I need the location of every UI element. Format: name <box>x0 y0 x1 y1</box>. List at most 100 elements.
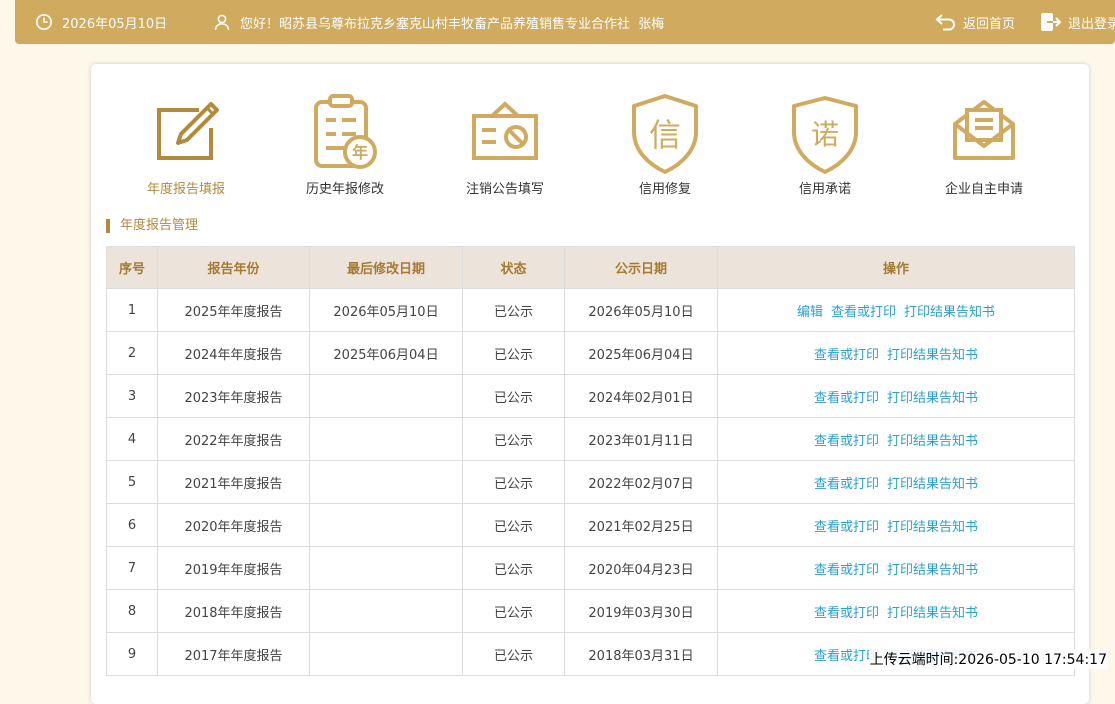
view-print-link[interactable]: 查看或打印 <box>814 391 879 406</box>
row-number-cell: 7 <box>106 546 158 590</box>
report-year-cell: 2021年年度报告 <box>157 460 310 504</box>
application-envelope-icon <box>947 94 1021 168</box>
date-text: 2026年05月10日 <box>62 16 168 32</box>
tile-label: 企业自主申请 <box>944 182 1023 197</box>
table-row: 3 2023年年度报告 已公示 2024年02月01日 查看或打印 打印结果告知书 <box>106 374 1075 418</box>
edit-report-icon <box>149 94 223 168</box>
return-home-label: 返回首页 <box>963 16 1016 32</box>
table-row: 2 2024年年度报告 2025年06月04日 已公示 2025年06月04日 查看或打印… <box>106 331 1075 375</box>
tile-self-application[interactable]: 企业自主申请 <box>909 94 1059 197</box>
actions-cell: 查看或打印打印结果告知书 <box>717 503 1075 547</box>
annual-report-table: 序号 报告年份 最后修改日期 状态 公示日期 操作 1 2025年年度报告 2026… <box>106 246 1075 676</box>
actions-cell: 查看或打印打印结果告知书 <box>717 331 1075 375</box>
row-number-cell: 9 <box>106 632 158 676</box>
row-number-cell: 2 <box>106 331 158 375</box>
publish-date-cell: 2023年01月11日 <box>564 417 718 461</box>
column-header: 公示日期 <box>564 246 718 289</box>
edit-link[interactable]: 编辑 <box>797 305 823 320</box>
status-cell: 已公示 <box>462 288 565 332</box>
report-year-cell: 2017年年度报告 <box>157 632 310 676</box>
tile-label: 信用承诺 <box>798 182 851 197</box>
report-year-cell: 2023年年度报告 <box>157 374 310 418</box>
last-modified-date-cell <box>309 460 463 504</box>
print-notice-link[interactable]: 打印结果告知书 <box>887 563 978 578</box>
tile-cancel-notice[interactable]: 注销公告填写 <box>430 94 580 197</box>
status-cell: 已公示 <box>462 503 565 547</box>
report-year-cell: 2020年年度报告 <box>157 503 310 547</box>
tile-label: 信用修复 <box>638 182 691 197</box>
top-bar: 2026年05月10日 您好！昭苏县乌尊布拉克乡塞克山村丰牧畜产品养殖销售专业合… <box>15 0 1115 44</box>
row-number-cell: 6 <box>106 503 158 547</box>
credit-repair-shield-icon: 信 <box>628 94 702 174</box>
svg-text:诺: 诺 <box>811 118 839 151</box>
view-print-link[interactable]: 查看或打印 <box>814 520 879 535</box>
column-header: 最后修改日期 <box>309 246 463 289</box>
status-cell: 已公示 <box>462 331 565 375</box>
actions-cell: 查看或打印打印结果告知书 <box>717 374 1075 418</box>
publish-date-cell: 2024年02月01日 <box>564 374 718 418</box>
print-notice-link[interactable]: 打印结果告知书 <box>904 305 995 320</box>
tile-history-report[interactable]: 年 历史年报修改 <box>270 94 420 197</box>
last-modified-date-cell <box>309 417 463 461</box>
print-notice-link[interactable]: 打印结果告知书 <box>887 348 978 363</box>
report-year-cell: 2025年年度报告 <box>157 288 310 332</box>
print-notice-link[interactable]: 打印结果告知书 <box>887 434 978 449</box>
publish-date-cell: 2019年03月30日 <box>564 589 718 633</box>
logout-icon <box>1040 12 1062 32</box>
svg-text:信: 信 <box>649 116 681 154</box>
table-row: 8 2018年年度报告 已公示 2019年03月30日 查看或打印 打印结果告知书 <box>106 589 1075 633</box>
date-display: 2026年05月10日 <box>35 0 167 44</box>
table-row: 6 2020年年度报告 已公示 2021年02月25日 查看或打印 打印结果告知书 <box>106 503 1075 547</box>
publish-date-cell: 2026年05月10日 <box>564 288 718 332</box>
print-notice-link[interactable]: 打印结果告知书 <box>887 477 978 492</box>
print-notice-link[interactable]: 打印结果告知书 <box>887 606 978 621</box>
view-print-link[interactable]: 查看或打印 <box>814 434 879 449</box>
table-row: 7 2019年年度报告 已公示 2020年04月23日 查看或打印 打印结果告知书 <box>106 546 1075 590</box>
tile-annual-report[interactable]: 年度报告填报 <box>111 94 261 197</box>
view-print-link[interactable]: 查看或打印 <box>831 305 896 320</box>
last-modified-date-cell <box>309 546 463 590</box>
last-modified-date-cell <box>309 632 463 676</box>
row-number-cell: 1 <box>106 288 158 332</box>
publish-date-cell: 2021年02月25日 <box>564 503 718 547</box>
print-notice-link[interactable]: 打印结果告知书 <box>887 520 978 535</box>
column-header: 状态 <box>462 246 565 289</box>
table-row: 4 2022年年度报告 已公示 2023年01月11日 查看或打印 打印结果告知书 <box>106 417 1075 461</box>
status-cell: 已公示 <box>462 374 565 418</box>
tile-label: 历史年报修改 <box>305 182 384 197</box>
status-cell: 已公示 <box>462 546 565 590</box>
status-cell: 已公示 <box>462 589 565 633</box>
logout-button[interactable]: 退出登录 <box>1040 0 1115 44</box>
report-year-cell: 2022年年度报告 <box>157 417 310 461</box>
publish-date-cell: 2020年04月23日 <box>564 546 718 590</box>
clock-icon <box>35 13 53 31</box>
publish-date-cell: 2025年06月04日 <box>564 331 718 375</box>
view-print-link[interactable]: 查看或打印 <box>814 477 879 492</box>
upload-timestamp: 上传云端时间:2026-05-10 17:54:17 <box>868 649 1108 669</box>
print-notice-link[interactable]: 打印结果告知书 <box>887 391 978 406</box>
table-row: 5 2021年年度报告 已公示 2022年02月07日 查看或打印 打印结果告知书 <box>106 460 1075 504</box>
cancel-notice-icon <box>468 94 542 168</box>
tile-credit-promise[interactable]: 诺 信用承诺 <box>750 94 900 197</box>
view-print-link[interactable]: 查看或打印 <box>814 563 879 578</box>
row-number-cell: 5 <box>106 460 158 504</box>
last-modified-date-cell: 2025年06月04日 <box>309 331 463 375</box>
main-card: 年度报告填报 年 历史年报修改 注销公告填写 信 信用修复 诺 信用承诺 企业自… <box>91 64 1089 704</box>
logout-label: 退出登录 <box>1068 16 1115 32</box>
column-header: 报告年份 <box>157 246 310 289</box>
row-number-cell: 3 <box>106 374 158 418</box>
actions-cell: 编辑 查看或打印 打印结果告知书 <box>717 288 1075 332</box>
return-home-button[interactable]: 返回首页 <box>935 0 1015 44</box>
view-print-link[interactable]: 查看或打印 <box>814 606 879 621</box>
view-print-link[interactable]: 查看或打印 <box>814 348 879 363</box>
report-year-cell: 2019年年度报告 <box>157 546 310 590</box>
column-header: 操作 <box>717 246 1075 289</box>
report-year-cell: 2024年年度报告 <box>157 331 310 375</box>
column-header: 序号 <box>106 246 158 289</box>
status-cell: 已公示 <box>462 417 565 461</box>
credit-promise-shield-icon: 诺 <box>788 94 862 174</box>
user-greeting: 您好！昭苏县乌尊布拉克乡塞克山村丰牧畜产品养殖销售专业合作社 张梅 <box>213 0 664 44</box>
section-title: 年度报告管理 <box>106 219 198 233</box>
last-modified-date-cell: 2026年05月10日 <box>309 288 463 332</box>
tile-credit-repair[interactable]: 信 信用修复 <box>590 94 740 197</box>
